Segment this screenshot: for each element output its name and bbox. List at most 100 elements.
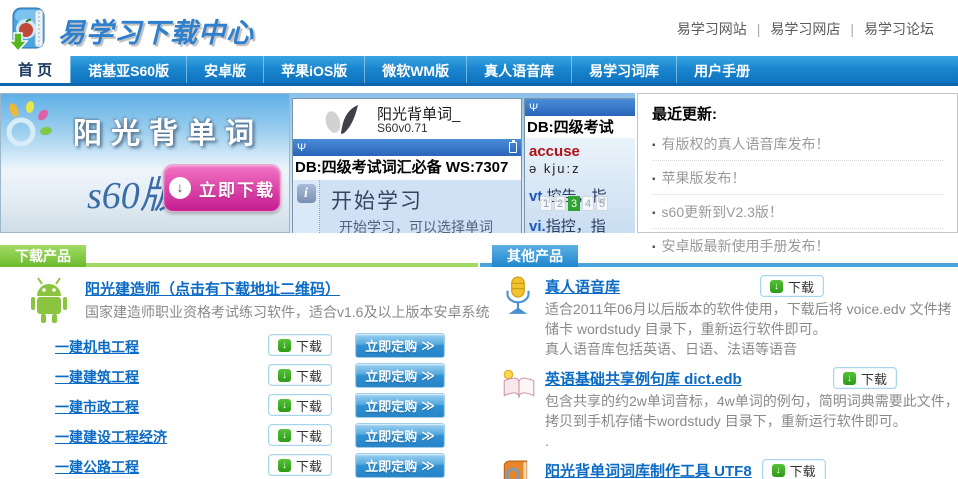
phone-screenshot-2: Ψ DB:四级考试 accuse ə kju:z vt.控告，指 vi.指控，指 [524,98,635,233]
chevron-right-icon: ≫ [421,338,435,354]
order-button[interactable]: 立即定购≫ [355,453,445,478]
antenna-icon: Ψ [297,142,306,154]
site-title: 易学习下载中心 [58,11,254,50]
download-button[interactable]: ↓下载 [268,454,332,476]
other-product: 阳光背单词词库制作工具 UTF8 ↓下载 [480,459,958,479]
other-product: 真人语音库 ↓下载 适合2011年06月以后版本的软件使用，下载后将 voice… [480,275,958,359]
download-button[interactable]: ↓下载 [762,459,826,479]
info-icon: i [297,184,316,203]
banner-strip: 阳光背单词 s60版 ↓ 立即下载 阳光背单词_ S60v0.71 [0,93,958,233]
word-meaning: vi.指控，指 [529,215,635,233]
product-link[interactable]: 一建机电工程 [55,337,139,357]
banner-download-button[interactable]: ↓ 立即下载 [163,164,281,212]
link-shop[interactable]: 易学习网店 [770,21,840,37]
recent-updates-title: 最近更新: [652,101,943,127]
download-button[interactable]: ↓ 下载 [833,367,897,389]
order-button-label: 立即定购 [365,396,417,415]
order-button-label: 立即定购 [365,426,417,445]
section-tab-row: 下载产品 [0,245,478,267]
bullet-icon: ▪ [652,140,656,151]
tab-download-products: 下载产品 [0,245,86,267]
page-dot-1[interactable]: 1 [540,196,552,211]
download-arrow-icon: ↓ [770,280,783,293]
other-product-description: 适合2011年06月以后版本的软件使用，下载后将 voice.edv 文件拷 储… [545,299,958,359]
sun-flower-icon [1,100,55,159]
phone-screenshot-1: 阳光背单词_ S60v0.71 Ψ DB:四级考试词汇必备 WS:7307 i … [292,98,522,233]
menu-item-title: 开始学习 [331,185,423,215]
product-link[interactable]: 一建建筑工程 [55,367,139,387]
download-button[interactable]: ↓下载 [268,394,332,416]
recent-update-item[interactable]: ▪苹果版发布！ [652,161,943,195]
chevron-right-icon: ≫ [421,368,435,384]
download-row: 一建公路工程 ↓下载 立即定购≫ [0,451,478,479]
bullet-icon: ▪ [652,174,656,185]
product-link[interactable]: 一建建设工程经济 [55,427,167,447]
download-row: 一建市政工程 ↓下载 立即定购≫ [0,391,478,421]
feature-product: 阳光建造师（点击有下载地址二维码） 国家建造师职业资格考试练习软件，适合v1.6… [0,275,478,331]
other-product-link[interactable]: 阳光背单词词库制作工具 UTF8 [545,460,752,479]
carousel-pagination: 1 2 3 4 5 [540,196,608,211]
open-book-icon [500,368,538,405]
download-button[interactable]: ↓下载 [268,334,332,356]
recent-update-text: s60更新到V2.3版！ [662,204,783,220]
promo-banner: 阳光背单词 s60版 ↓ 立即下载 [0,93,290,233]
download-button-label: 下载 [861,369,887,388]
page-dot-3-active[interactable]: 3 [568,196,580,211]
feature-product-link[interactable]: 阳光建造师（点击有下载地址二维码） [85,278,340,299]
nav-tab-voice-library[interactable]: 真人语音库 [466,56,571,83]
site-logo[interactable]: 易学习下载中心 [6,3,254,58]
page-dot-5[interactable]: 5 [596,196,608,211]
nav-tab-nokia-s60[interactable]: 诺基亚S60版 [70,56,186,83]
app-menu: i 开始学习 开始学习，可以选择单词 [293,180,521,233]
download-button[interactable]: ↓下载 [268,364,332,386]
recent-update-item[interactable]: ▪s60更新到V2.3版！ [652,195,943,229]
app-header: 阳光背单词_ S60v0.71 [293,99,521,139]
word-phonetic: ə kju:z [529,161,635,176]
app-version: S60v0.71 [377,121,428,135]
page-dot-2[interactable]: 2 [554,196,566,211]
product-link[interactable]: 一建市政工程 [55,397,139,417]
other-product-link[interactable]: 真人语音库 [545,276,750,297]
recent-updates-panel: 最近更新: ▪有版权的真人语音库发布！ ▪苹果版发布！ ▪s60更新到V2.3版… [637,93,958,233]
chevron-right-icon: ≫ [421,458,435,474]
download-arrow-icon: ↓ [843,372,856,385]
download-button[interactable]: ↓下载 [760,275,824,297]
order-button[interactable]: 立即定购≫ [355,333,445,358]
nav-tab-android[interactable]: 安卓版 [186,56,263,83]
other-product-description: 包含共享的约2w单词音标，4w单词的例句，简明词典需要此文件，下 拷贝到手机存储… [545,391,958,451]
link-forum[interactable]: 易学习论坛 [864,21,934,37]
recent-update-item[interactable]: ▪ 有版权的真人语音库发布！ [652,127,943,161]
order-button-label: 立即定购 [365,456,417,475]
nav-tab-home[interactable]: 首 页 [0,56,70,83]
other-product: 英语基础共享例句库 dict.edb ↓ 下载 包含共享的约2w单词音标，4w单词… [480,367,958,451]
section-tab-row: 其他产品 [480,245,958,267]
description-line: 储卡 wordstudy 目录下，重新运行软件即可。 [545,319,958,339]
nav-tab-ios[interactable]: 苹果iOS版 [263,56,364,83]
backpack-download-icon [6,3,52,58]
microphone-icon [500,276,536,321]
download-arrow-icon: ↓ [278,339,291,352]
download-products-section: 下载产品 阳光 [0,245,478,479]
part-of-speech: vi. [529,218,546,233]
link-website[interactable]: 易学习网站 [677,21,747,37]
order-button[interactable]: 立即定购≫ [355,393,445,418]
download-button[interactable]: ↓下载 [268,424,332,446]
order-button-label: 立即定购 [365,336,417,355]
download-row: 一建建筑工程 ↓下载 立即定购≫ [0,361,478,391]
order-button[interactable]: 立即定购≫ [355,423,445,448]
nav-tab-manual[interactable]: 用户手册 [676,56,767,83]
recent-update-text: 有版权的真人语音库发布！ [662,136,830,152]
download-arrow-icon: ↓ [169,177,191,199]
other-product-link[interactable]: 英语基础共享例句库 dict.edb [545,368,823,389]
product-link[interactable]: 一建公路工程 [55,457,139,477]
download-button-label: 下载 [296,426,322,445]
link-separator: | [850,21,854,37]
tab-other-products: 其他产品 [492,245,578,267]
screenshot-carousel: 阳光背单词_ S60v0.71 Ψ DB:四级考试词汇必备 WS:7307 i … [290,93,635,233]
nav-tab-wm[interactable]: 微软WM版 [364,56,466,83]
nav-tab-dictionary[interactable]: 易学习词库 [571,56,676,83]
page-dot-4[interactable]: 4 [582,196,594,211]
order-button[interactable]: 立即定购≫ [355,363,445,388]
battery-icon [509,142,517,153]
download-arrow-icon: ↓ [278,399,291,412]
